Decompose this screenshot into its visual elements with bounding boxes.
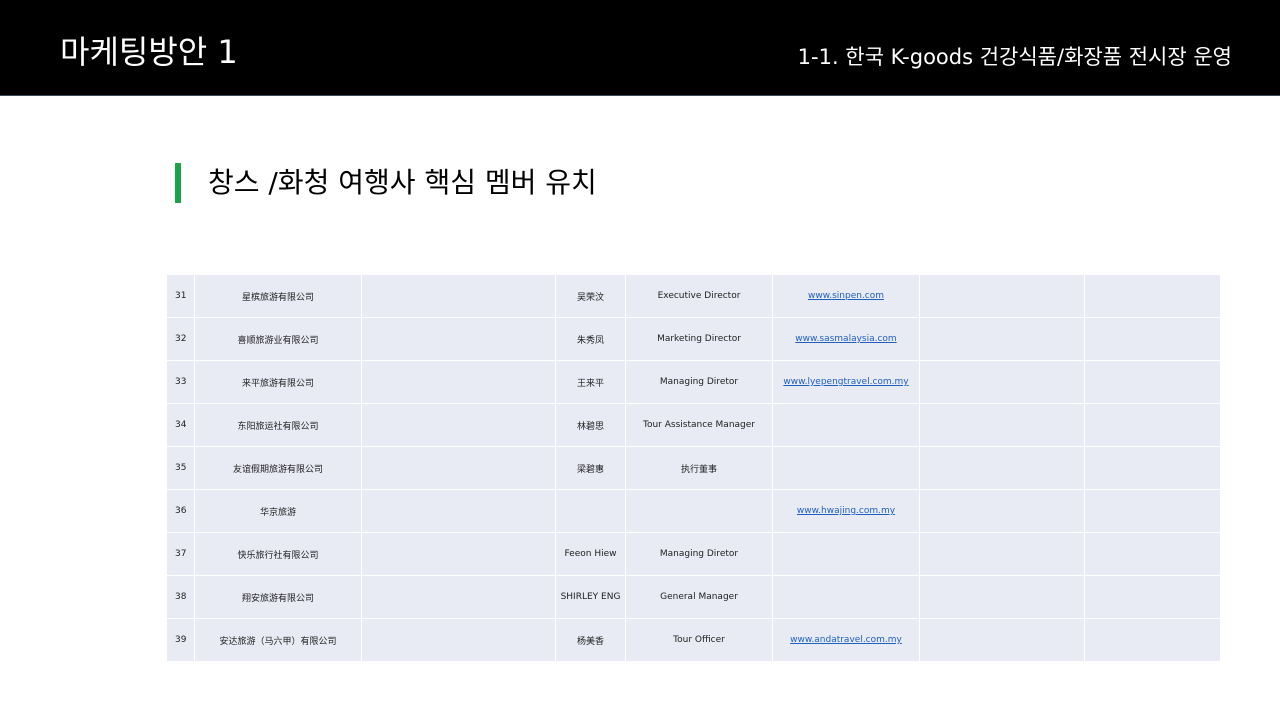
slide-title: 마케팅방안 1 [60,33,238,71]
empty-cell [919,446,1085,490]
row-number-cell: 39 [166,618,195,662]
row-number-cell: 31 [166,274,195,318]
row-number-cell: 32 [166,317,195,361]
empty-cell [1084,532,1221,576]
website-link[interactable]: www.andatravel.com.my [772,618,920,662]
empty-cell [919,360,1085,404]
job-title-cell: 执行董事 [625,446,773,490]
contact-name-cell [555,489,626,533]
contact-name-cell: 吴荣汶 [555,274,626,318]
company-cell: 友谊假期旅游有限公司 [194,446,362,490]
company-cell: 喜顺旅游业有限公司 [194,317,362,361]
contact-name-cell: 杨美香 [555,618,626,662]
extra-cell [361,575,556,619]
empty-cell [919,575,1085,619]
agency-table: 31 星槟旅游有限公司 吴荣汶 Executive Director www.sinpe… [166,274,1221,662]
website-link[interactable]: www.lyepengtravel.com.my [772,360,920,404]
job-title-cell: General Manager [625,575,773,619]
contact-name-cell: 朱秀凤 [555,317,626,361]
table-row: 35 友谊假期旅游有限公司 梁碧惠 执行董事 [166,446,1221,490]
company-cell: 来平旅游有限公司 [194,360,362,404]
empty-cell [1084,317,1221,361]
job-title-cell: Executive Director [625,274,773,318]
agency-table-body: 31 星槟旅游有限公司 吴荣汶 Executive Director www.sinpe… [166,274,1221,662]
website-link[interactable]: www.hwajing.com.my [772,489,920,533]
table-row: 38 翔安旅游有限公司 SHIRLEY ENG General Manager [166,575,1221,619]
extra-cell [361,317,556,361]
empty-cell [919,532,1085,576]
company-cell: 华京旅游 [194,489,362,533]
extra-cell [361,274,556,318]
table-row: 37 快乐旅行社有限公司 Feeon Hiew Managing Diretor [166,532,1221,576]
table-row: 32 喜顺旅游业有限公司 朱秀凤 Marketing Director www.sasm… [166,317,1221,361]
table-row: 31 星槟旅游有限公司 吴荣汶 Executive Director www.sinpe… [166,274,1221,318]
slide-header: 마케팅방안 1 1-1. 한국 K-goods 건강식품/화장품 전시장 운영 [0,0,1280,96]
job-title-cell: Tour Officer [625,618,773,662]
contact-name-cell: Feeon Hiew [555,532,626,576]
empty-cell [919,274,1085,318]
company-cell: 星槟旅游有限公司 [194,274,362,318]
job-title-cell: Managing Diretor [625,360,773,404]
empty-cell [1084,274,1221,318]
extra-cell [361,360,556,404]
website-link [772,446,920,490]
empty-cell [1084,446,1221,490]
empty-cell [1084,360,1221,404]
job-title-cell: Marketing Director [625,317,773,361]
section-title: 창스 /화청 여행사 핵심 멤버 유치 [208,166,597,199]
row-number-cell: 34 [166,403,195,447]
extra-cell [361,618,556,662]
row-number-cell: 33 [166,360,195,404]
extra-cell [361,403,556,447]
extra-cell [361,489,556,533]
extra-cell [361,446,556,490]
slide-subtitle: 1-1. 한국 K-goods 건강식품/화장품 전시장 운영 [797,45,1232,69]
extra-cell [361,532,556,576]
job-title-cell: Managing Diretor [625,532,773,576]
empty-cell [919,403,1085,447]
job-title-cell: Tour Assistance Manager [625,403,773,447]
company-cell: 安达旅游（马六甲）有限公司 [194,618,362,662]
empty-cell [919,317,1085,361]
website-link [772,575,920,619]
table-row: 33 来平旅游有限公司 王来平 Managing Diretor www.lyepeng… [166,360,1221,404]
contact-name-cell: 林碧思 [555,403,626,447]
empty-cell [1084,403,1221,447]
table-row: 39 安达旅游（马六甲）有限公司 杨美香 Tour Officer www.andatr… [166,618,1221,662]
empty-cell [1084,489,1221,533]
empty-cell [919,489,1085,533]
company-cell: 东阳旅运社有限公司 [194,403,362,447]
company-cell: 快乐旅行社有限公司 [194,532,362,576]
contact-name-cell: 梁碧惠 [555,446,626,490]
row-number-cell: 36 [166,489,195,533]
contact-name-cell: 王来平 [555,360,626,404]
row-number-cell: 37 [166,532,195,576]
empty-cell [1084,575,1221,619]
website-link [772,532,920,576]
section-accent-bar [175,163,181,203]
table-row: 34 东阳旅运社有限公司 林碧思 Tour Assistance Manager [166,403,1221,447]
website-link [772,403,920,447]
table-row: 36 华京旅游 www.hwajing.com.my [166,489,1221,533]
job-title-cell [625,489,773,533]
contact-name-cell: SHIRLEY ENG [555,575,626,619]
website-link[interactable]: www.sinpen.com [772,274,920,318]
empty-cell [919,618,1085,662]
agency-table-container: 31 星槟旅游有限公司 吴荣汶 Executive Director www.sinpe… [166,274,1221,662]
website-link[interactable]: www.sasmalaysia.com [772,317,920,361]
company-cell: 翔安旅游有限公司 [194,575,362,619]
row-number-cell: 38 [166,575,195,619]
empty-cell [1084,618,1221,662]
row-number-cell: 35 [166,446,195,490]
